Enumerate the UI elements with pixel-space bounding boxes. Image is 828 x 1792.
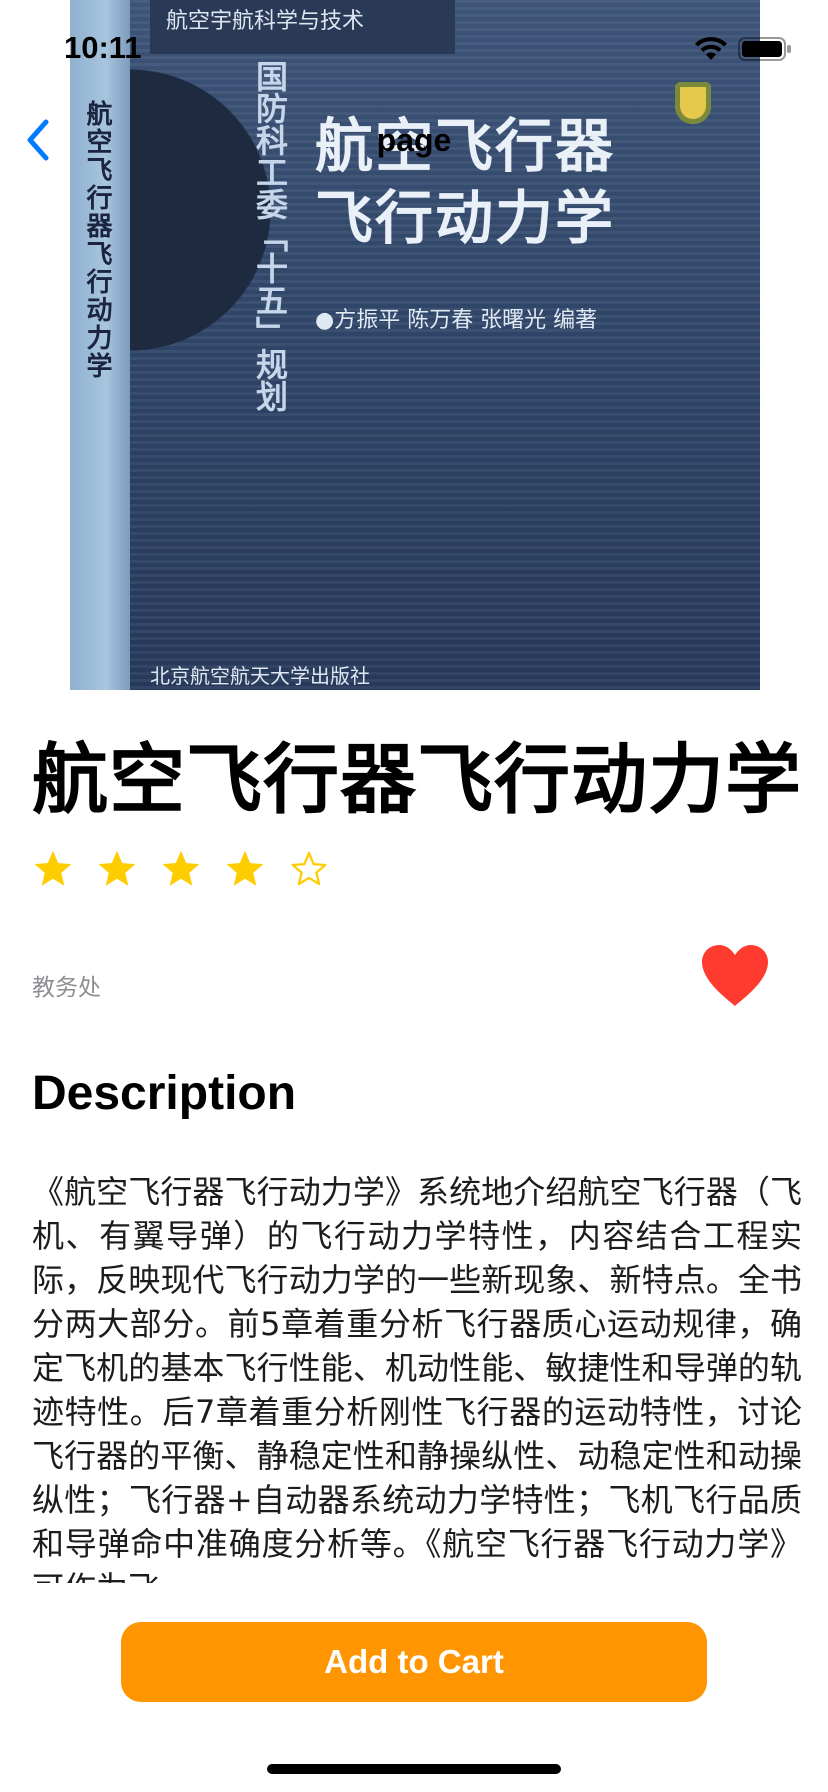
author-label: 教务处: [32, 975, 101, 1001]
description-text: 《航空飞行器飞行动力学》系统地介绍航空飞行器（飞机、有翼导弹）的飞行动力学特性，…: [32, 1173, 802, 1583]
star-filled-icon[interactable]: [96, 848, 138, 890]
star-filled-icon[interactable]: [160, 848, 202, 890]
cover-seal-text: 国防科工委「十五」规划: [251, 60, 289, 412]
description-heading: Description: [32, 1067, 297, 1120]
description-container[interactable]: 《航空飞行器飞行动力学》系统地介绍航空飞行器（飞机、有翼导弹）的飞行动力学特性，…: [32, 1170, 802, 1583]
cover-title-line2: 飞行动力学: [315, 184, 616, 252]
battery-icon: [738, 37, 791, 61]
favorite-heart-icon[interactable]: [700, 944, 770, 1008]
book-title: 航空飞行器飞行动力学: [32, 735, 802, 824]
cover-publisher: 北京航空航天大学出版社: [150, 664, 370, 688]
star-filled-icon[interactable]: [32, 848, 74, 890]
add-to-cart-button[interactable]: Add to Cart: [121, 1622, 707, 1702]
cover-badge-icon: [675, 82, 711, 124]
status-icons: [694, 36, 792, 62]
home-indicator[interactable]: [267, 1764, 561, 1774]
cover-series: 航空宇航科学与技术: [150, 0, 455, 54]
book-cover-image: 航空宇航科学与技术 航空飞行器飞行动力学 国防科工委「十五」规划 航空飞行器 飞…: [70, 0, 760, 690]
status-time: 10:11: [64, 30, 142, 65]
star-filled-icon[interactable]: [224, 848, 266, 890]
cover-authors: ●方振平 陈万春 张曙光 编著: [315, 308, 598, 333]
star-empty-icon[interactable]: [288, 848, 330, 890]
rating-stars: [32, 848, 330, 890]
wifi-icon: [695, 37, 727, 60]
nav-title: page: [376, 122, 452, 158]
